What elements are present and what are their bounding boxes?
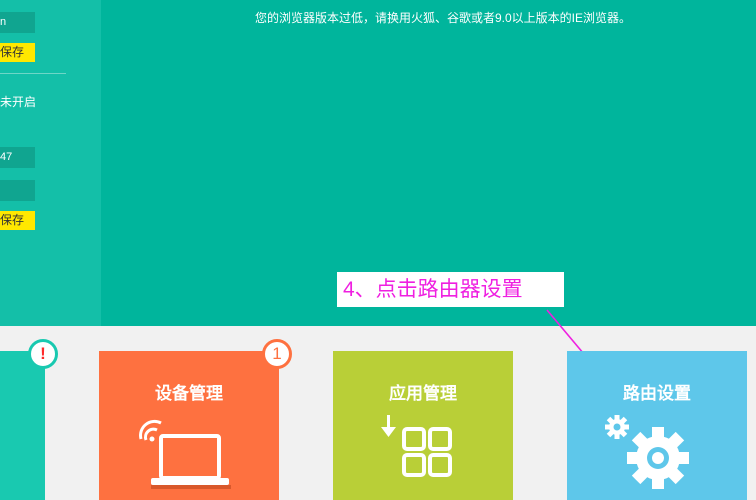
- tile-router-settings[interactable]: 路由设置: [567, 351, 747, 500]
- apps-grid-icon: [381, 415, 452, 477]
- browser-notice: 您的浏览器版本过低，请换用火狐、谷歌或者9.0以上版本的IE浏览器。: [255, 11, 632, 25]
- tile-device-management[interactable]: 设备管理: [99, 351, 279, 500]
- save-button-2[interactable]: 保存: [0, 211, 35, 230]
- tile-partial[interactable]: [0, 351, 45, 500]
- tile-app-management[interactable]: 应用管理: [333, 351, 513, 500]
- sidebar: n 保存 未开启 47 保存: [0, 0, 101, 326]
- alert-badge: !: [28, 339, 58, 369]
- status-text: 未开启: [0, 95, 37, 109]
- sidebar-divider: [0, 73, 66, 74]
- sidebar-input-1[interactable]: n: [0, 12, 35, 33]
- gears-icon: [605, 415, 689, 489]
- notification-count-badge: 1: [262, 339, 292, 369]
- sidebar-input-3[interactable]: [0, 180, 35, 201]
- sidebar-input-2[interactable]: 47: [0, 147, 35, 168]
- save-button-1[interactable]: 保存: [0, 43, 35, 62]
- annotation-callout: 4、点击路由器设置: [337, 272, 564, 307]
- laptop-wifi-icon: [139, 419, 231, 489]
